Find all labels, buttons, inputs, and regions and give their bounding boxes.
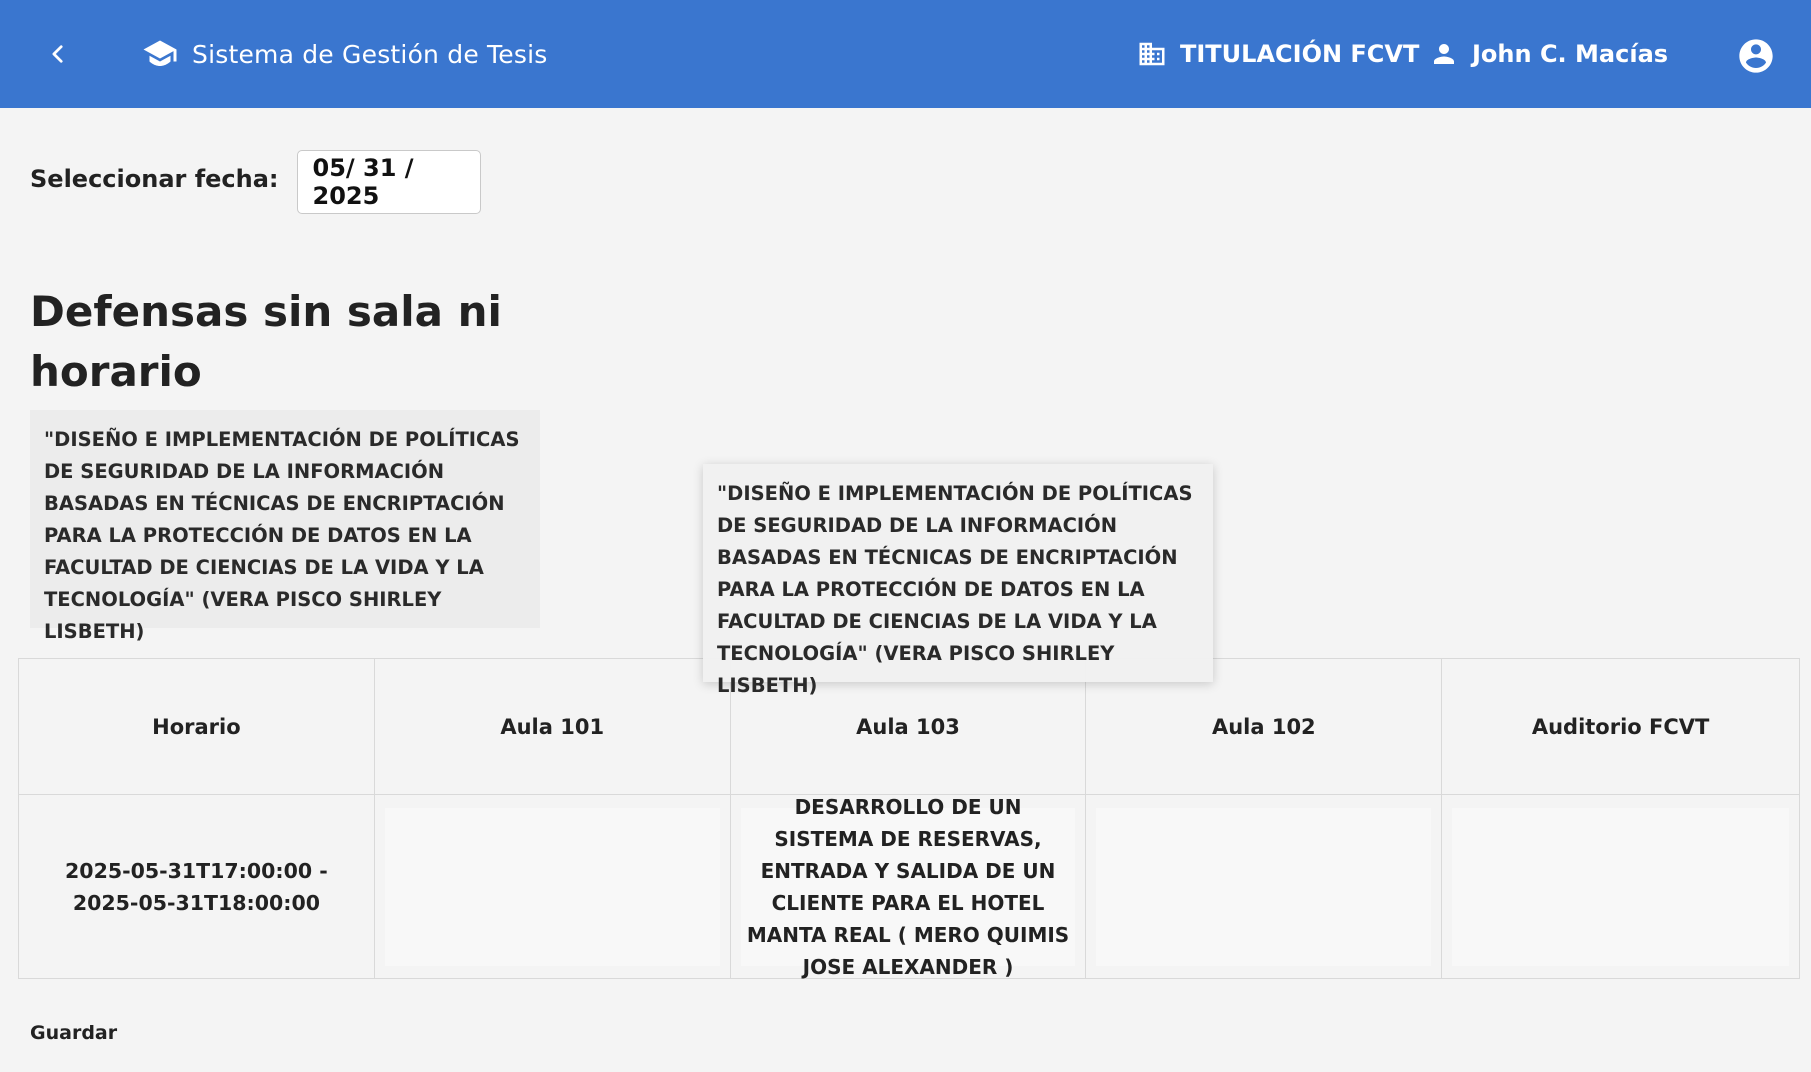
app-brand[interactable]: Sistema de Gestión de Tesis — [140, 34, 547, 74]
room-cell-aula-101 — [373, 794, 731, 979]
back-button[interactable] — [40, 36, 76, 72]
save-button[interactable]: Guardar — [30, 1022, 117, 1044]
scheduled-defense-aula-103[interactable]: DESARROLLO DE UN SISTEMA DE RESERVAS, EN… — [740, 795, 1076, 979]
room-cell-auditorio-fcvt — [1441, 794, 1800, 979]
drop-slot-auditorio-fcvt[interactable] — [1452, 807, 1789, 966]
room-cell-aula-103: DESARROLLO DE UN SISTEMA DE RESERVAS, EN… — [729, 794, 1087, 979]
person-icon — [1428, 38, 1460, 70]
user-name: John C. Macías — [1472, 40, 1669, 68]
column-header-auditorio-fcvt: Auditorio FCVT — [1441, 658, 1800, 795]
column-header-aula-101: Aula 101 — [373, 658, 731, 795]
graduation-cap-icon — [140, 34, 180, 74]
schedule-row: 2025-05-31T17:00:00 - 2025-05-31T18:00:0… — [18, 794, 1800, 979]
room-cell-aula-102 — [1085, 794, 1443, 979]
faculty-label: TITULACIÓN FCVT — [1180, 40, 1420, 68]
date-label: Seleccionar fecha: — [30, 165, 279, 193]
account-circle-icon — [1739, 39, 1773, 73]
user-indicator[interactable]: John C. Macías — [1428, 34, 1668, 74]
account-button[interactable] — [1736, 36, 1776, 76]
column-header-horario: Horario — [18, 658, 375, 795]
date-selector: Seleccionar fecha: 05/ 31 / 2025 — [30, 150, 481, 214]
app-title: Sistema de Gestión de Tesis — [192, 39, 548, 69]
chevron-left-icon — [52, 45, 63, 63]
building-icon — [1136, 38, 1168, 70]
unassigned-defense-card[interactable]: "DISEÑO E IMPLEMENTACIÓN DE POLÍTICAS DE… — [30, 410, 540, 643]
drag-preview: "DISEÑO E IMPLEMENTACIÓN DE POLÍTICAS DE… — [703, 464, 1213, 697]
schedule-grid: Horario Aula 101 Aula 103 Aula 102 Audit… — [18, 658, 1800, 979]
faculty-indicator[interactable]: TITULACIÓN FCVT — [1136, 34, 1419, 74]
drop-slot-aula-101[interactable] — [384, 807, 720, 966]
app-header: Sistema de Gestión de Tesis TITULACIÓN F… — [0, 0, 1811, 108]
drop-slot-aula-102[interactable] — [1096, 807, 1432, 966]
date-input[interactable]: 05/ 31 / 2025 — [296, 150, 481, 214]
unassigned-section-title: Defensas sin sala ni horario — [30, 287, 502, 396]
time-slot-label: 2025-05-31T17:00:00 - 2025-05-31T18:00:0… — [18, 794, 375, 979]
